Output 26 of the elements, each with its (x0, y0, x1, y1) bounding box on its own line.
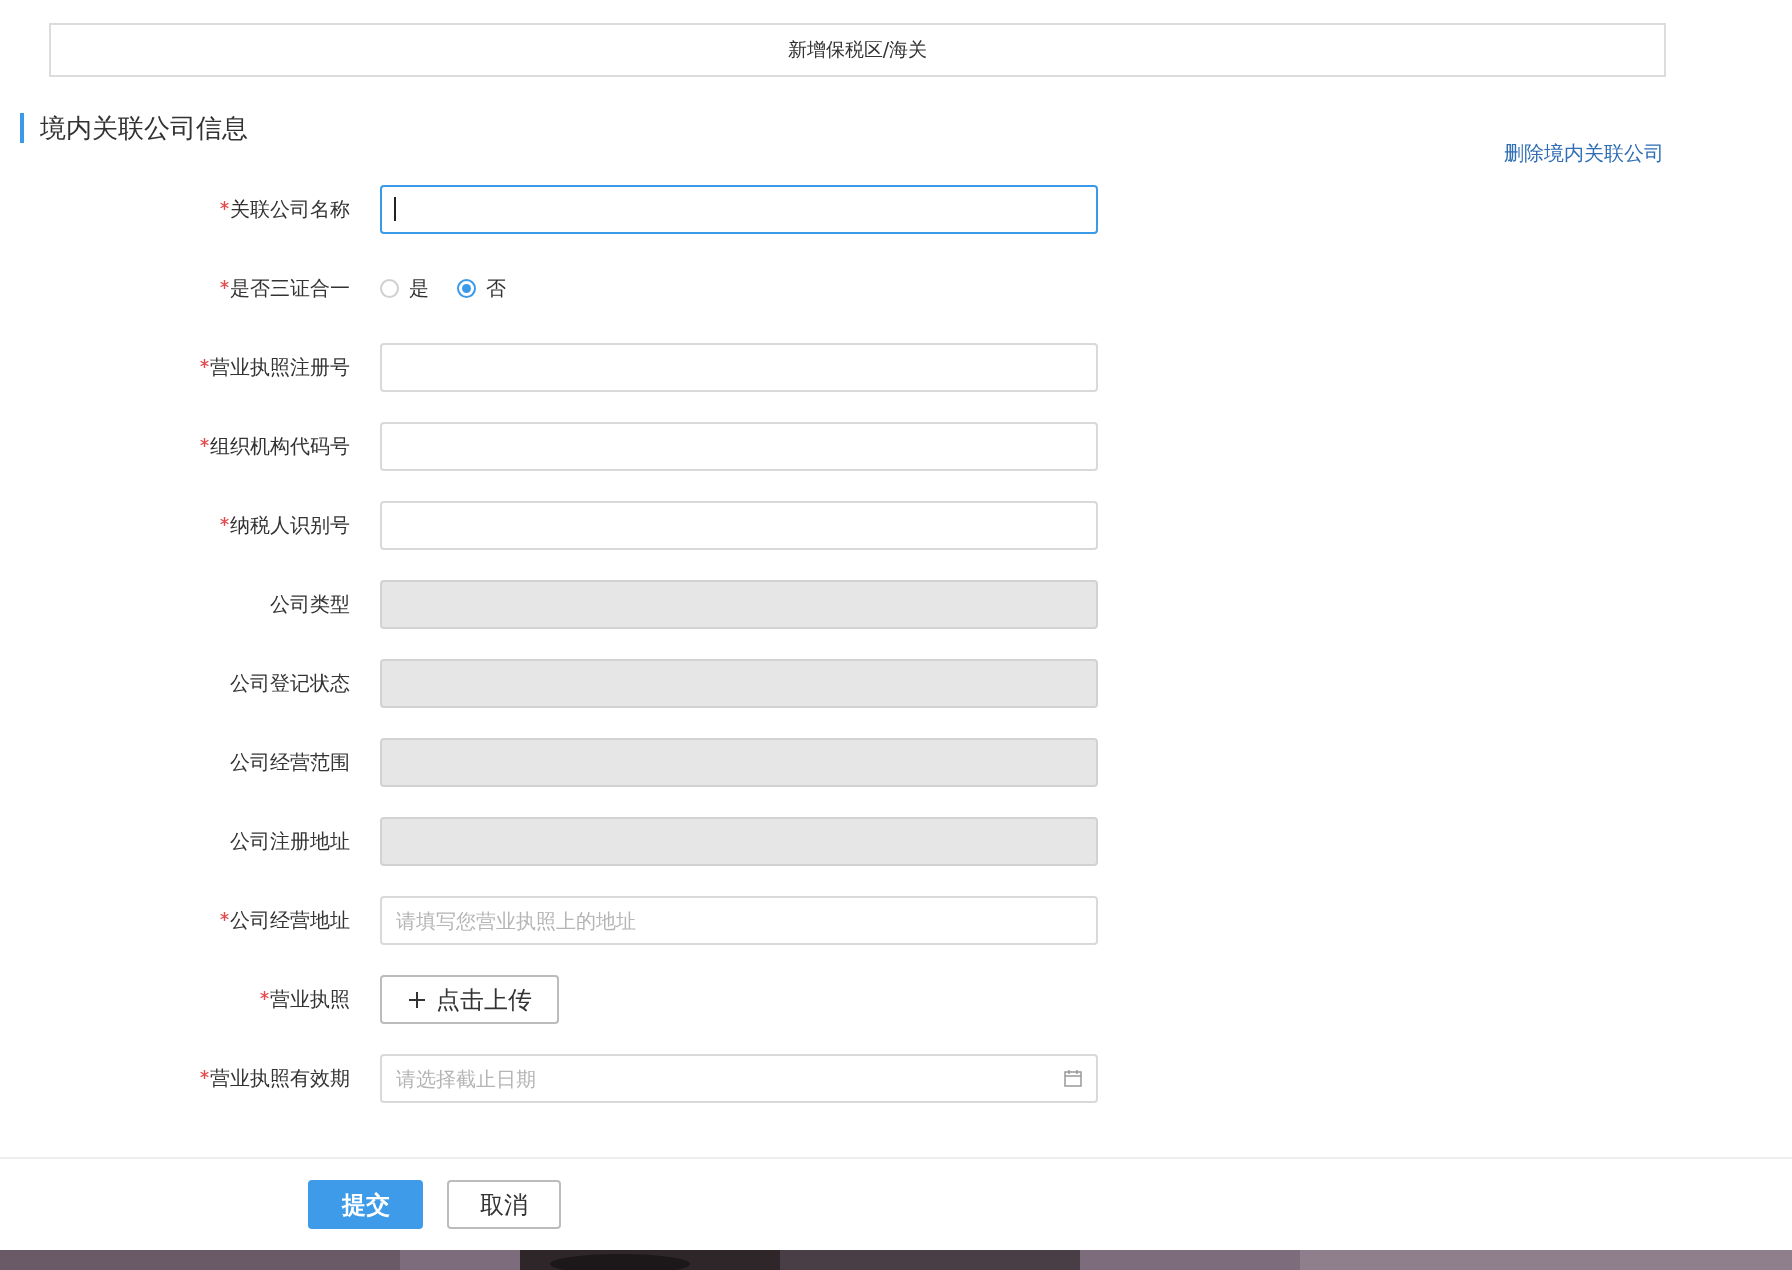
cancel-button[interactable]: 取消 (447, 1180, 561, 1229)
field-label: 关联公司名称 (230, 196, 350, 223)
field-label: 公司注册地址 (230, 828, 350, 855)
calendar-icon (1064, 1070, 1082, 1087)
radio-option[interactable]: 否 (457, 275, 506, 302)
field-label: 公司登记状态 (230, 670, 350, 697)
date-field[interactable]: 请选择截止日期 (380, 1054, 1098, 1103)
field-label: 组织机构代码号 (210, 433, 350, 460)
title-bar: 新增保税区/海关 (49, 23, 1666, 77)
radio-option[interactable]: 是 (380, 275, 429, 302)
upload-button[interactable]: 点击上传 (380, 975, 559, 1024)
field-label: 是否三证合一 (230, 275, 350, 302)
plus-icon (407, 990, 426, 1009)
field-label: 公司经营地址 (230, 907, 350, 934)
field-label: 公司经营范围 (230, 749, 350, 776)
text-field[interactable] (380, 185, 1098, 234)
text-cursor (394, 197, 396, 221)
radio-icon (457, 279, 476, 298)
field-label: 营业执照 (270, 986, 350, 1013)
section-title: 境内关联公司信息 (20, 113, 248, 143)
field-label: 纳税人识别号 (230, 512, 350, 539)
field-label: 公司类型 (270, 591, 350, 618)
field-label: 营业执照有效期 (210, 1065, 350, 1092)
radio-icon (380, 279, 399, 298)
field-label: 营业执照注册号 (210, 354, 350, 381)
delete-link[interactable]: 删除境内关联公司 (1504, 140, 1664, 167)
